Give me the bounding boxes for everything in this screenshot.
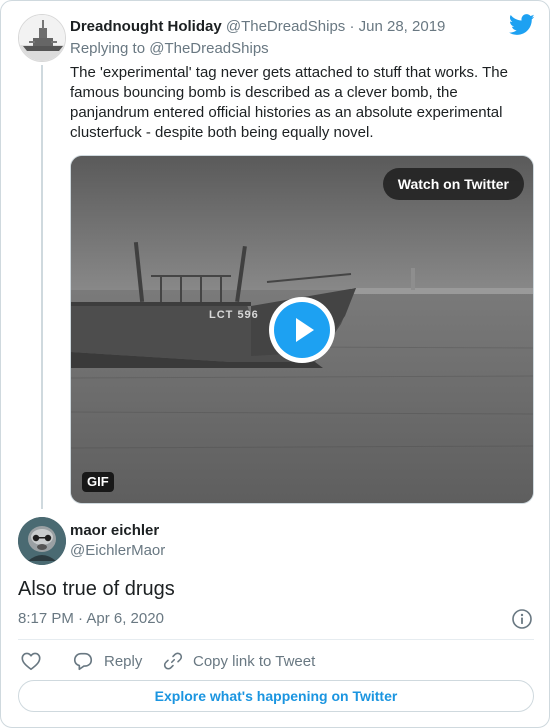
info-icon[interactable]: [511, 608, 533, 630]
parent-avatar[interactable]: [18, 14, 66, 62]
play-button-circle: [274, 302, 330, 358]
header-separator: ·: [349, 18, 355, 35]
parent-tweet-text: The 'experimental' tag never gets attach…: [70, 64, 508, 141]
reply-label: Reply: [104, 652, 143, 670]
copy-link-label: Copy link to Tweet: [193, 652, 316, 670]
gif-media-player[interactable]: LCT 596 Watch on Twitter GIF: [70, 155, 534, 504]
author-display-name[interactable]: maor eichler: [70, 521, 159, 541]
parent-header: Dreadnought Holiday @TheDreadShips · Jun…: [70, 17, 445, 37]
play-icon: [296, 318, 314, 342]
parent-handle[interactable]: @TheDreadShips: [226, 18, 345, 35]
reply-button[interactable]: Reply: [72, 647, 142, 675]
divider: [18, 639, 534, 640]
author-handle[interactable]: @EichlerMaor: [70, 541, 165, 561]
hull-number: LCT 596: [209, 309, 259, 321]
parent-date[interactable]: Jun 28, 2019: [359, 18, 446, 35]
copy-link-button[interactable]: Copy link to Tweet: [163, 647, 315, 675]
speech-bubble-icon: [73, 652, 93, 671]
play-button[interactable]: [269, 297, 335, 363]
watch-on-twitter-button[interactable]: Watch on Twitter: [382, 168, 524, 200]
replying-to-label[interactable]: Replying to @TheDreadShips: [70, 39, 269, 59]
parent-tweet[interactable]: Dreadnought Holiday @TheDreadShips · Jun…: [1, 1, 549, 511]
like-button[interactable]: [20, 647, 42, 675]
twitter-bird-icon[interactable]: [509, 14, 535, 36]
tweet-timestamp[interactable]: 8:17 PM · Apr 6, 2020: [18, 609, 164, 629]
parent-display-name[interactable]: Dreadnought Holiday: [70, 18, 222, 35]
heart-icon: [21, 652, 41, 671]
author-avatar[interactable]: [18, 517, 66, 565]
thread-line: [41, 65, 43, 509]
embedded-tweet-card: Dreadnought Holiday @TheDreadShips · Jun…: [0, 0, 550, 728]
tweet-text: Also true of drugs: [18, 578, 175, 600]
link-icon: [163, 652, 183, 670]
tweet-actions: Reply Copy link to Tweet: [1, 647, 549, 675]
explore-twitter-button[interactable]: Explore what's happening on Twitter: [18, 680, 534, 712]
gif-badge: GIF: [82, 472, 114, 492]
